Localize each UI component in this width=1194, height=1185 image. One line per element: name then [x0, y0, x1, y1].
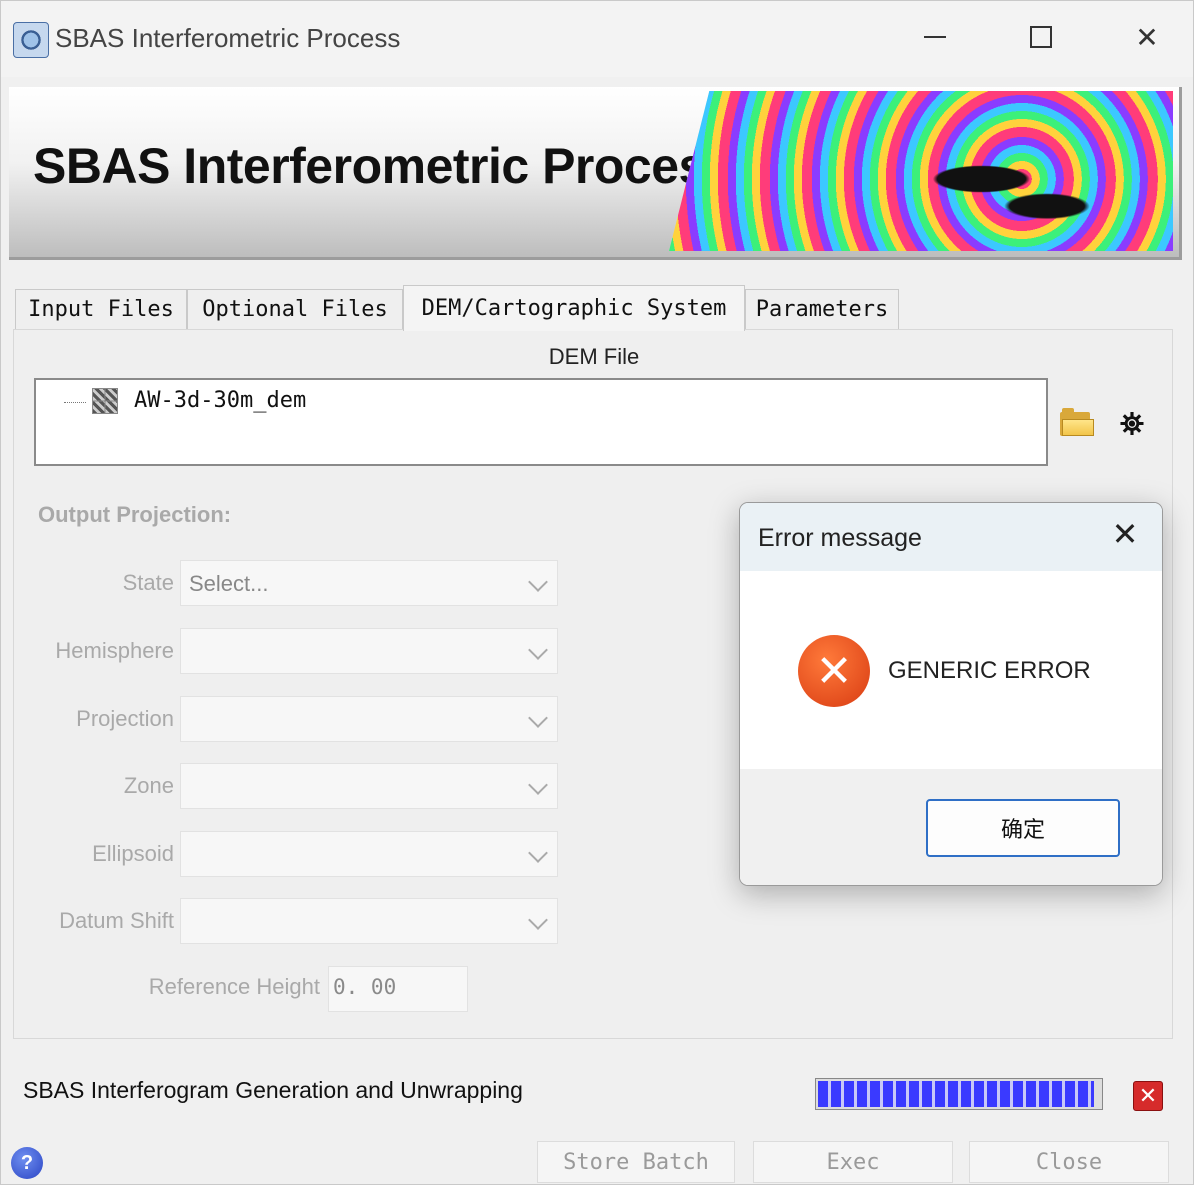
- binoculars-icon[interactable]: ⛯: [1120, 408, 1144, 442]
- state-label: State: [122, 570, 174, 595]
- chevron-down-icon: [528, 843, 548, 863]
- error-message: GENERIC ERROR: [888, 657, 1091, 684]
- ellipsoid-select[interactable]: [180, 831, 558, 877]
- tab-input-files[interactable]: Input Files: [15, 289, 187, 329]
- close-button[interactable]: Close: [969, 1141, 1169, 1183]
- chevron-down-icon: [528, 640, 548, 660]
- tab-parameters[interactable]: Parameters: [745, 289, 899, 329]
- error-icon: ✕: [798, 635, 870, 707]
- dem-file-label: DEM File: [548, 344, 640, 369]
- main-window: SBAS Interferometric Process ✕ SBAS Inte…: [0, 0, 1194, 1185]
- ellipsoid-label: Ellipsoid: [92, 841, 174, 866]
- datum-shift-select[interactable]: [180, 898, 558, 944]
- banner: SBAS Interferometric Process: [9, 87, 1182, 260]
- progress-fill: [818, 1081, 1094, 1107]
- dialog-body: ✕ GENERIC ERROR: [740, 571, 1162, 769]
- state-select-value: Select...: [189, 571, 269, 596]
- chevron-down-icon: [528, 910, 548, 930]
- maximize-icon: [1030, 26, 1052, 48]
- hemisphere-select[interactable]: [180, 628, 558, 674]
- raster-file-icon: [92, 388, 118, 414]
- tab-optional-files[interactable]: Optional Files: [187, 289, 403, 329]
- exec-button[interactable]: Exec: [753, 1141, 953, 1183]
- store-batch-button[interactable]: Store Batch: [537, 1141, 735, 1183]
- open-folder-icon[interactable]: [1060, 408, 1094, 436]
- dem-file-tree[interactable]: AW-3d-30m_dem: [34, 378, 1048, 466]
- minimize-icon: [924, 36, 946, 38]
- zone-label: Zone: [123, 773, 174, 798]
- help-icon[interactable]: ?: [11, 1147, 43, 1179]
- dialog-close-icon[interactable]: ✕: [1110, 516, 1140, 552]
- tree-connector: [64, 402, 86, 403]
- status-text: SBAS Interferogram Generation and Unwrap…: [23, 1077, 523, 1103]
- ok-button[interactable]: 确定: [926, 799, 1120, 857]
- window-title: SBAS Interferometric Process: [55, 23, 401, 53]
- folder-front: [1062, 419, 1094, 436]
- reference-height-input[interactable]: 0. 00: [328, 966, 468, 1012]
- dem-file-item[interactable]: AW-3d-30m_dem: [134, 388, 306, 413]
- app-icon: [13, 22, 49, 58]
- chevron-down-icon: [528, 708, 548, 728]
- dialog-footer: 确定: [740, 769, 1162, 885]
- datum-shift-label: Datum Shift: [59, 908, 174, 933]
- projection-select[interactable]: [180, 696, 558, 742]
- hemisphere-label: Hemisphere: [55, 638, 174, 663]
- folder-tab: [1062, 408, 1074, 414]
- progress-bar: [815, 1078, 1103, 1110]
- reference-height-label: Reference Height: [148, 974, 320, 999]
- chevron-down-icon: [528, 775, 548, 795]
- output-projection-heading: Output Projection:: [38, 502, 232, 527]
- state-select[interactable]: Select...: [180, 560, 558, 606]
- chevron-down-icon: [528, 572, 548, 592]
- interferogram-image: [669, 91, 1173, 251]
- dialog-title: Error message: [758, 524, 922, 552]
- minimize-button[interactable]: [915, 19, 955, 55]
- zone-select[interactable]: [180, 763, 558, 809]
- cancel-process-button[interactable]: ✕: [1133, 1081, 1163, 1111]
- error-dialog: Error message ✕ ✕ GENERIC ERROR 确定: [739, 502, 1163, 886]
- window-close-button[interactable]: ✕: [1127, 19, 1167, 55]
- maximize-button[interactable]: [1021, 19, 1061, 55]
- projection-label: Projection: [76, 706, 174, 731]
- tab-dem-cartographic-system[interactable]: DEM/Cartographic System: [403, 285, 745, 331]
- title-bar[interactable]: SBAS Interferometric Process ✕: [1, 1, 1193, 77]
- banner-title: SBAS Interferometric Process: [33, 138, 734, 194]
- dialog-title-bar[interactable]: Error message ✕: [740, 503, 1162, 571]
